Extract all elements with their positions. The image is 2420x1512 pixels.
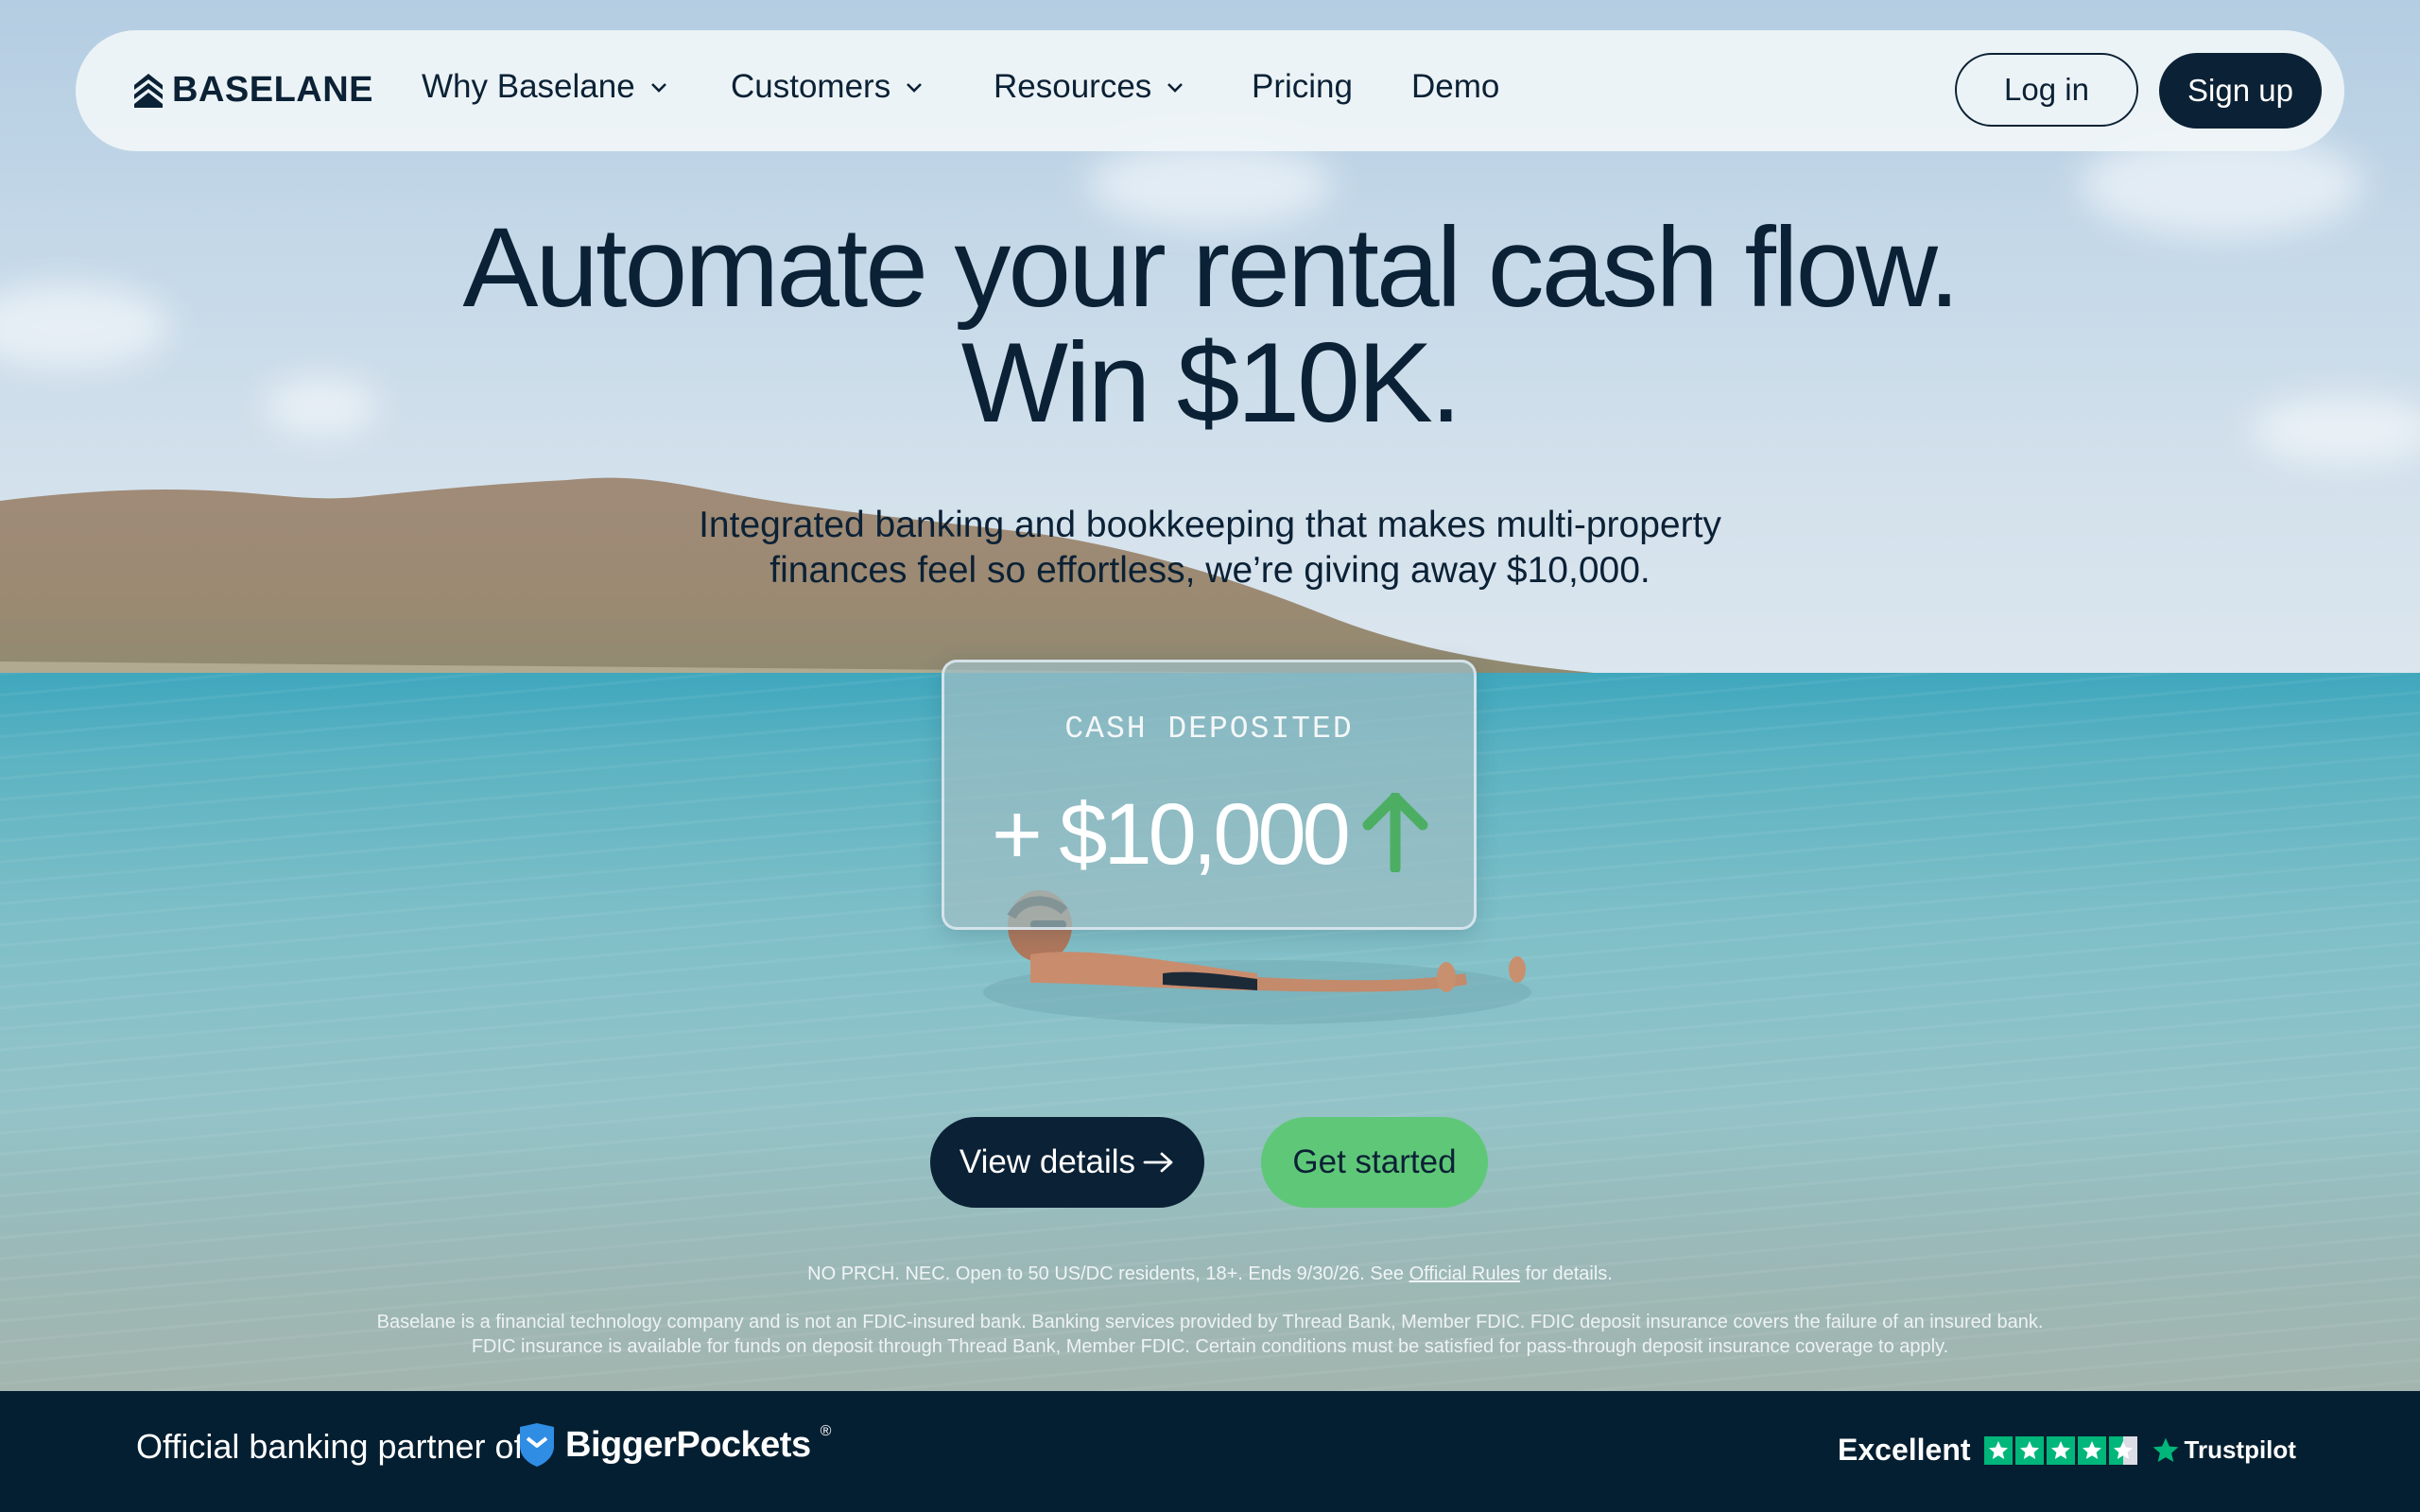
view-details-label: View details xyxy=(959,1143,1136,1180)
nav-why-baselane[interactable]: Why Baselane xyxy=(422,68,669,106)
nav-resources[interactable]: Resources xyxy=(994,68,1185,106)
trustpilot-rating[interactable]: Excellent Trustpilot xyxy=(1838,1433,2296,1468)
rating-stars xyxy=(1983,1435,2137,1465)
top-navbar: BASELANE Why Baselane Customers Resource… xyxy=(76,30,2344,151)
nav-pricing[interactable]: Pricing xyxy=(1252,68,1353,106)
hero-subheading: Integrated banking and bookkeeping that … xyxy=(643,503,1777,593)
fdic-disclaimer: Baselane is a financial technology compa… xyxy=(376,1312,2044,1357)
biggerpockets-shield-icon xyxy=(520,1423,554,1467)
star-icon xyxy=(2077,1435,2106,1465)
card-label: CASH DEPOSITED xyxy=(1064,712,1354,747)
rating-text: Excellent xyxy=(1838,1433,1971,1467)
hero-subheading-line2: finances feel so effortless, we’re givin… xyxy=(769,550,1651,591)
nav-demo-label: Demo xyxy=(1411,68,1500,105)
nav-demo[interactable]: Demo xyxy=(1411,68,1499,106)
trustpilot-wordmark: Trustpilot xyxy=(2184,1435,2296,1464)
nav-resources-label: Resources xyxy=(994,68,1152,105)
baselane-logo-icon xyxy=(134,73,163,108)
sweepstakes-suffix: for details. xyxy=(1525,1263,1613,1284)
get-started-button[interactable]: Get started xyxy=(1261,1117,1488,1208)
star-icon xyxy=(2046,1435,2075,1465)
chevron-down-icon xyxy=(1167,83,1184,93)
card-amount: + $10,000 xyxy=(992,786,1351,883)
nav-customers[interactable]: Customers xyxy=(731,68,925,106)
nav-customers-label: Customers xyxy=(731,68,891,105)
hero-headline: Automate your rental cash flow. Win $10K… xyxy=(0,210,2420,440)
sweepstakes-notice: NO PRCH. NEC. Open to 50 US/DC residents… xyxy=(0,1263,2420,1285)
arrow-right-icon xyxy=(1143,1152,1173,1173)
registered-mark: ® xyxy=(820,1423,832,1439)
partner-text: Official banking partner of xyxy=(136,1427,524,1466)
nav-why-baselane-label: Why Baselane xyxy=(422,68,635,105)
star-icon xyxy=(2014,1435,2044,1465)
trustpilot-logo: Trustpilot xyxy=(2151,1435,2296,1466)
trustpilot-star-icon xyxy=(2152,1437,2178,1462)
nav-pricing-label: Pricing xyxy=(1252,68,1353,105)
view-details-button[interactable]: View details xyxy=(930,1117,1204,1208)
signup-button[interactable]: Sign up xyxy=(2159,53,2322,129)
hero-headline-line1: Automate your rental cash flow. xyxy=(462,204,1960,331)
partner-footer-bar: Official banking partner of BiggerPocket… xyxy=(0,1391,2420,1512)
hero-subheading-line1: Integrated banking and bookkeeping that … xyxy=(699,505,1721,545)
arrow-up-icon xyxy=(1362,793,1428,872)
logo-wordmark: BASELANE xyxy=(172,70,374,110)
login-button[interactable]: Log in xyxy=(1955,53,2138,127)
sweepstakes-prefix: NO PRCH. NEC. Open to 50 US/DC residents… xyxy=(807,1263,1404,1284)
hero-headline-line2: Win $10K. xyxy=(960,319,1462,446)
star-half-icon xyxy=(2108,1435,2137,1465)
baselane-logo[interactable]: BASELANE xyxy=(134,70,373,111)
chevron-down-icon xyxy=(650,83,666,93)
cash-deposited-card: CASH DEPOSITED + $10,000 xyxy=(942,660,1477,930)
biggerpockets-logo[interactable]: BiggerPockets ® xyxy=(518,1423,831,1467)
official-rules-link[interactable]: Official Rules xyxy=(1409,1263,1520,1284)
biggerpockets-wordmark: BiggerPockets xyxy=(565,1424,811,1465)
star-icon xyxy=(1983,1435,2013,1465)
chevron-down-icon xyxy=(907,83,923,93)
